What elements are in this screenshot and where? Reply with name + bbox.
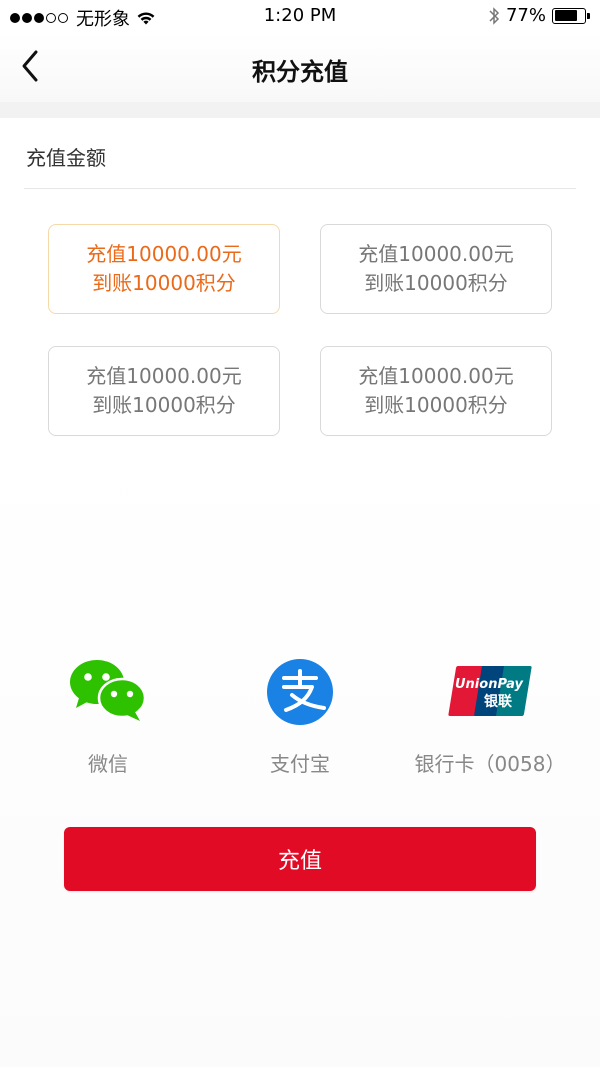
option-points-text: 到账10000积分 bbox=[92, 393, 236, 417]
payment-alipay[interactable]: 支付宝 bbox=[200, 658, 400, 788]
payment-wechat[interactable]: 微信 bbox=[8, 658, 208, 788]
wechat-icon bbox=[70, 660, 147, 721]
status-right: 77% bbox=[488, 5, 590, 26]
option-amount-text: 充值10000.00元 bbox=[358, 364, 514, 388]
page-title: 积分充值 bbox=[252, 58, 348, 86]
amount-option-2[interactable]: 充值10000.00元 到账10000积分 bbox=[320, 224, 552, 314]
section-separator bbox=[0, 102, 600, 118]
option-amount-text: 充值10000.00元 bbox=[86, 364, 242, 388]
option-amount-text: 充值10000.00元 bbox=[358, 242, 514, 266]
alipay-icon bbox=[267, 659, 333, 725]
svg-text:银联: 银联 bbox=[484, 693, 513, 710]
option-points-text: 到账10000积分 bbox=[92, 271, 236, 295]
navigation-bar: 积分充值 bbox=[0, 32, 600, 102]
status-bar: 无形象 1:20 PM 77% bbox=[0, 0, 600, 32]
bluetooth-icon bbox=[489, 6, 500, 25]
amount-option-3[interactable]: 充值10000.00元 到账10000积分 bbox=[48, 346, 280, 436]
payment-unionpay[interactable]: UnionPay 银联 银行卡（0058） bbox=[390, 658, 590, 788]
battery-icon bbox=[552, 7, 590, 24]
svg-text:UnionPay: UnionPay bbox=[455, 677, 524, 692]
recharge-button[interactable]: 充值 bbox=[64, 827, 536, 891]
option-amount-text: 充值10000.00元 bbox=[86, 242, 242, 266]
payment-label: 支付宝 bbox=[270, 752, 330, 776]
battery-percent: 77% bbox=[505, 5, 546, 26]
amount-option-1[interactable]: 充值10000.00元 到账10000积分 bbox=[48, 224, 280, 314]
amount-option-4[interactable]: 充值10000.00元 到账10000积分 bbox=[320, 346, 552, 436]
unionpay-icon: UnionPay 银联 bbox=[448, 666, 532, 716]
payment-label: 银行卡（0058） bbox=[414, 752, 566, 776]
option-points-text: 到账10000积分 bbox=[364, 271, 508, 295]
option-points-text: 到账10000积分 bbox=[364, 393, 508, 417]
payment-label: 微信 bbox=[88, 752, 128, 776]
recharge-amount-label: 充值金额 bbox=[26, 146, 106, 170]
divider bbox=[24, 188, 576, 189]
